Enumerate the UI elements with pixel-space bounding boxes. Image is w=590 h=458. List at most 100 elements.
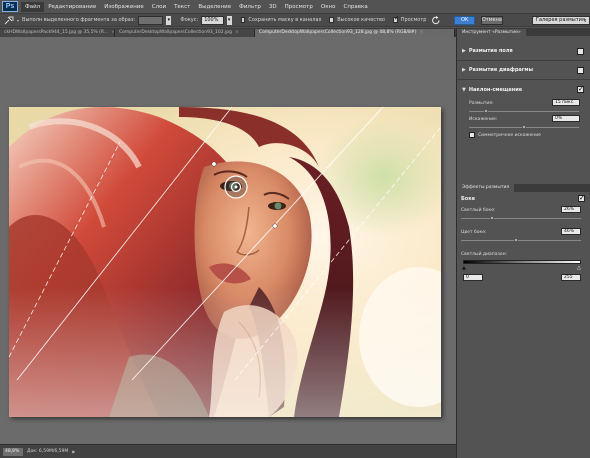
- light-bokeh-slider[interactable]: [461, 218, 581, 219]
- range-min-thumb-icon[interactable]: ▲: [462, 265, 466, 271]
- tilt-shift-dashed-guide-left[interactable]: [8, 141, 121, 358]
- distortion-slider-thumb[interactable]: [522, 125, 526, 129]
- light-range-max-input[interactable]: 255: [561, 274, 581, 281]
- bokeh-color-slider-thumb[interactable]: [514, 238, 519, 242]
- focus-dropdown-icon[interactable]: ▾: [226, 15, 232, 25]
- light-range-gradient[interactable]: [463, 260, 581, 264]
- zoom-level-field[interactable]: 48,8%: [3, 447, 23, 456]
- tilt-shift-handle-lower[interactable]: [272, 223, 278, 229]
- focus-input[interactable]: 100%: [201, 15, 224, 25]
- iris-blur-row[interactable]: ▶ Размытие диафрагмы: [457, 61, 590, 80]
- blur-tools-panel: Инструмент «Размытие» ▶ Размытие поля ▶ …: [456, 28, 590, 458]
- document-size: Док: 6,59M/6,59M: [27, 449, 69, 454]
- tilt-shift-focus-line-lower[interactable]: [131, 106, 384, 381]
- tool-preset-dropdown-icon[interactable]: ▾: [17, 18, 19, 23]
- bokeh-color-slider[interactable]: [461, 240, 581, 241]
- blur-effects-panel: Боке Светлый боке: 26% Цвет боке: 46% Св…: [457, 192, 590, 322]
- bokeh-color-input[interactable]: 46%: [561, 228, 581, 235]
- tilt-shift-settings: Размытие: 15 пикс. Искажение: 0% Симметр…: [457, 99, 590, 154]
- pin-tool-icon[interactable]: [4, 16, 14, 25]
- iris-blur-label: Размытие диафрагмы: [468, 67, 533, 73]
- tilt-shift-center-pin[interactable]: [224, 175, 248, 199]
- distortion-label: Искажение:: [469, 117, 498, 122]
- distortion-input[interactable]: 0%: [552, 115, 580, 122]
- tab-label: ckHDWallpapersPack944_15.jpg @ 35,5% (R.…: [4, 30, 109, 35]
- expand-triangle-icon[interactable]: ▶: [462, 67, 466, 73]
- menu-filter[interactable]: Фильтр: [235, 2, 265, 12]
- menu-view[interactable]: Просмотр: [281, 2, 317, 12]
- light-range-min-input[interactable]: 0: [463, 274, 483, 281]
- chevron-down-icon: ⇕: [583, 17, 587, 23]
- collapse-triangle-icon[interactable]: ▼: [462, 87, 466, 93]
- blur-amount-input[interactable]: 15 пикс.: [552, 99, 580, 106]
- canvas-area[interactable]: [0, 37, 456, 444]
- light-bokeh-input[interactable]: 26%: [561, 206, 581, 213]
- close-icon[interactable]: ×: [235, 30, 239, 35]
- range-max-thumb-icon[interactable]: △: [577, 265, 581, 271]
- selection-label: Выполн выделенного фрагмента за образ:: [22, 17, 136, 23]
- blur-gallery-select-value: Галерея размытия: [535, 16, 585, 23]
- blur-amount-label: Размытие:: [469, 101, 494, 106]
- document-tab-bar: ckHDWallpapersPack944_15.jpg @ 35,5% (R.…: [0, 28, 456, 37]
- tilt-shift-row[interactable]: ▼ Наклон-смещение: [457, 80, 590, 99]
- symmetric-distortion-label: Симметричное искажение: [478, 133, 541, 138]
- tilt-shift-dashed-guide-right[interactable]: [234, 126, 442, 381]
- tab-blur-effects[interactable]: Эффекты размытия: [457, 184, 515, 192]
- menu-window[interactable]: Окно: [317, 2, 340, 12]
- menu-bar: Ps Файл Редактирование Изображение Слои …: [0, 0, 590, 13]
- menu-edit[interactable]: Редактирование: [44, 2, 100, 12]
- focus-label: Фокус:: [180, 17, 199, 23]
- menu-file[interactable]: Файл: [21, 1, 45, 12]
- field-blur-label: Размытие поля: [468, 48, 513, 54]
- tab-document-1[interactable]: ckHDWallpapersPack944_15.jpg @ 35,5% (R.…: [0, 29, 115, 37]
- menu-3d[interactable]: 3D: [265, 2, 281, 12]
- light-range-label: Светлый диапазон:: [461, 252, 508, 257]
- options-bar: ▾ Выполн выделенного фрагмента за образ:…: [0, 13, 590, 27]
- blur-gallery-select[interactable]: Галерея размытия ⇕: [531, 15, 590, 25]
- tab-label: ComputerDesktopWallpapersCollection93_10…: [119, 30, 232, 35]
- reset-icon[interactable]: [431, 15, 441, 25]
- symmetric-distortion-checkbox[interactable]: [469, 132, 475, 138]
- tilt-shift-handle-upper[interactable]: [211, 161, 217, 167]
- blur-tools-panel-tabbar: Инструмент «Размытие»: [457, 28, 590, 36]
- light-bokeh-slider-thumb[interactable]: [490, 216, 495, 220]
- tilt-shift-checkbox[interactable]: [577, 84, 584, 94]
- field-blur-row[interactable]: ▶ Размытие поля: [457, 42, 590, 61]
- tab-label: ComputerDesktopWallpapersCollection93_12…: [259, 30, 417, 35]
- expand-triangle-icon[interactable]: ▶: [462, 48, 466, 54]
- blur-effects-tabbar: Эффекты размытия: [457, 184, 590, 192]
- ok-button[interactable]: OK: [454, 15, 475, 25]
- field-blur-checkbox[interactable]: [577, 47, 584, 55]
- bokeh-label: Боке: [461, 196, 476, 202]
- photoshop-logo: Ps: [2, 1, 18, 12]
- bokeh-checkbox[interactable]: [578, 193, 585, 203]
- menu-select[interactable]: Выделение: [194, 2, 235, 12]
- status-menu-arrow-icon[interactable]: ▶: [72, 449, 75, 454]
- tilt-shift-label: Наклон-смещение: [468, 86, 523, 93]
- tab-blur-tools[interactable]: Инструмент «Размытие»: [457, 29, 526, 36]
- menu-image[interactable]: Изображение: [100, 2, 148, 12]
- light-bokeh-label: Светлый боке:: [461, 208, 496, 213]
- selection-value-field[interactable]: [138, 15, 164, 25]
- menu-layers[interactable]: Слои: [148, 2, 170, 12]
- selection-dropdown-icon[interactable]: ▾: [166, 15, 172, 25]
- preview-label: Просмотр: [400, 17, 427, 23]
- tilt-shift-overlay[interactable]: [0, 37, 456, 444]
- iris-blur-checkbox[interactable]: [577, 66, 584, 74]
- tab-document-2[interactable]: ComputerDesktopWallpapersCollection93_10…: [115, 29, 255, 37]
- blur-amount-slider-thumb[interactable]: [483, 109, 488, 113]
- menu-type[interactable]: Текст: [170, 2, 194, 12]
- close-icon[interactable]: ×: [419, 30, 423, 35]
- blur-tools-list: ▶ Размытие поля ▶ Размытие диафрагмы ▼ Н…: [457, 36, 590, 154]
- bokeh-color-label: Цвет боке:: [461, 230, 487, 235]
- tilt-shift-focus-line-upper[interactable]: [16, 106, 233, 381]
- save-mask-checkbox[interactable]: [240, 17, 246, 23]
- tab-document-3[interactable]: ComputerDesktopWallpapersCollection93_12…: [255, 29, 455, 37]
- save-mask-label: Сохранить маску в каналах: [248, 17, 322, 23]
- cancel-button[interactable]: Отмена: [480, 15, 503, 25]
- preview-checkbox[interactable]: [392, 15, 399, 23]
- high-quality-label: Высокое качество: [337, 17, 385, 23]
- high-quality-checkbox[interactable]: [329, 17, 335, 23]
- menu-help[interactable]: Справка: [339, 2, 371, 12]
- status-bar: 48,8% Док: 6,59M/6,59M ▶: [0, 444, 456, 458]
